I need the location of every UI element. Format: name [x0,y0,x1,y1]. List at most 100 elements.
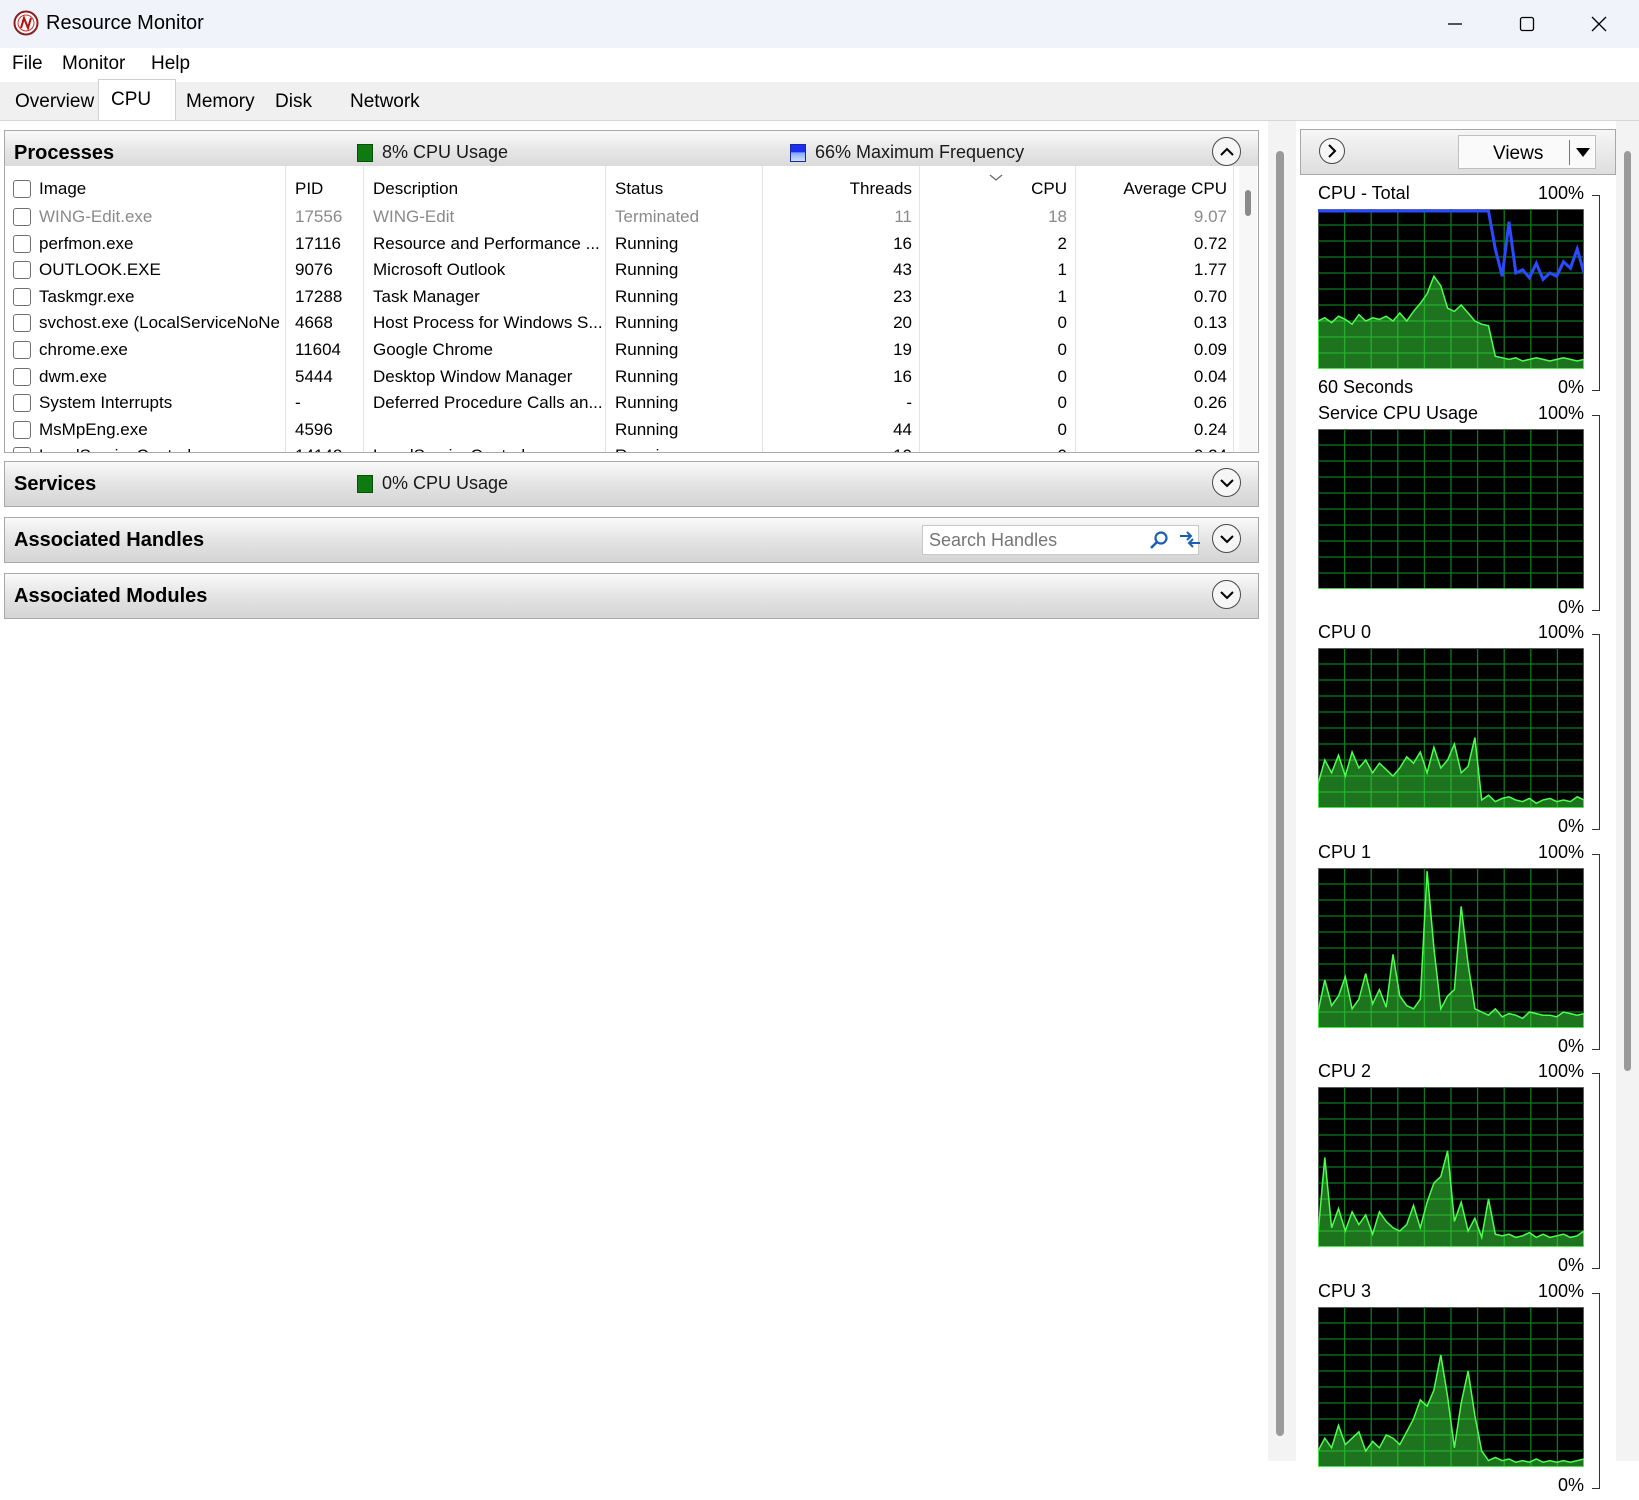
collapse-right-pane-button[interactable] [1319,138,1345,164]
menu-file[interactable]: File [12,53,43,75]
row-checkbox[interactable] [13,287,31,306]
cpu-graph: CPU 0 100% 0% [1318,622,1600,841]
column-header-image[interactable]: Image [39,179,86,199]
services-header[interactable]: Services 0% CPU Usage [4,461,1259,507]
process-cpu: 2 [1057,233,1067,253]
table-row[interactable]: WING-Edit.exe 17556 WING-Edit Terminated 11 1… [5,204,1237,230]
graph-title: CPU 0 [1318,622,1372,642]
table-row[interactable]: dwm.exe 5444 Desktop Window Manager Running… [5,364,1237,390]
process-threads: 23 [893,286,912,306]
column-header-average-cpu[interactable]: Average CPU [1075,179,1227,199]
processes-scrollbar[interactable] [1239,166,1257,452]
row-checkbox[interactable] [13,261,31,280]
process-image: Taskmgr.exe [39,286,135,306]
row-checkbox[interactable] [13,447,31,452]
graph-max-label: 100% [1537,622,1584,642]
process-threads: 11 [894,207,912,226]
row-checkbox[interactable] [13,420,31,439]
chevron-up-icon [1219,147,1234,156]
column-header-cpu[interactable]: CPU [919,179,1067,199]
cpu-graph: Service CPU Usage 100% 0% [1318,403,1600,622]
graph-max-label: 100% [1537,402,1584,423]
services-expand-button[interactable] [1212,468,1241,497]
process-average-cpu: 9.07 [1193,207,1227,226]
process-image: System Interrupts [39,393,173,413]
handles-expand-button[interactable] [1212,524,1241,553]
column-header-pid[interactable]: PID [295,179,323,199]
views-dropdown[interactable]: Views [1458,135,1596,169]
select-all-checkbox[interactable] [13,180,31,198]
table-row[interactable]: LocalServiceControl.exe 14148 LocalService… [5,443,1237,452]
row-checkbox[interactable] [13,314,31,333]
table-row[interactable]: Taskmgr.exe 17288 Task Manager Running 23 1 0.… [5,284,1237,310]
column-header-description[interactable]: Description [373,179,458,199]
tab-network[interactable]: Network [350,82,420,120]
process-threads: 19 [893,340,912,359]
process-description: Task Manager [373,286,480,306]
row-checkbox[interactable] [13,394,31,413]
table-row[interactable]: perfmon.exe 17116 Resource and Performance… [5,231,1237,257]
refresh-icon[interactable] [1177,527,1203,551]
services-title: Services [14,473,97,495]
left-pane-scrollbar-thumb[interactable] [1276,151,1284,1436]
left-pane-scrollbar[interactable] [1268,121,1296,1461]
modules-expand-button[interactable] [1212,580,1241,609]
process-threads: 44 [893,419,912,439]
row-checkbox[interactable] [13,341,31,359]
row-checkbox[interactable] [13,208,31,226]
graph-time-label: 60 Seconds [1318,377,1414,397]
process-average-cpu: 1.77 [1193,260,1227,280]
column-header-threads[interactable]: Threads [762,179,912,199]
maximize-icon [1519,16,1535,32]
row-checkbox[interactable] [13,234,31,253]
services-cpu-swatch [357,474,373,493]
processes-scrollbar-thumb[interactable] [1245,190,1251,216]
maximize-button[interactable] [1491,0,1563,48]
process-description: Desktop Window Manager [373,366,573,386]
graph-min-label: 0% [1557,596,1584,617]
search-handles-input[interactable] [929,529,1139,551]
modules-header[interactable]: Associated Modules [4,573,1259,619]
process-image: OUTLOOK.EXE [39,260,161,280]
processes-collapse-button[interactable] [1212,137,1241,166]
graph-title: Service CPU Usage [1318,402,1479,423]
processes-table: Image PID Description Status Threads CPU… [4,166,1259,453]
table-row[interactable]: System Interrupts - Deferred Procedure Cal… [5,390,1237,416]
process-description: Deferred Procedure Calls an... [373,393,603,413]
table-row[interactable]: OUTLOOK.EXE 9076 Microsoft Outlook Running 4… [5,257,1237,283]
graph-min-label: 0% [1557,1474,1584,1495]
table-row[interactable]: MsMpEng.exe 4596 Running 44 0 0.24 [5,417,1237,443]
right-pane-scrollbar[interactable] [1616,121,1639,1461]
graph-title: CPU 2 [1318,1061,1372,1081]
table-row[interactable]: chrome.exe 11604 Google Chrome Running 19 0 0.… [5,337,1237,363]
menu-monitor[interactable]: Monitor [62,53,125,75]
dropdown-arrow-icon[interactable] [1576,148,1590,157]
chevron-right-icon [1328,144,1337,158]
search-handles-box[interactable] [922,525,1199,555]
right-pane-scrollbar-thumb[interactable] [1624,151,1631,1071]
process-cpu: 1 [1057,286,1067,306]
graph-max-label: 100% [1537,841,1584,862]
menu-help[interactable]: Help [151,53,190,75]
column-header-status[interactable]: Status [615,179,663,199]
row-checkbox[interactable] [13,367,31,386]
graph-max-label: 100% [1537,1061,1584,1081]
search-icon[interactable] [1149,530,1169,550]
tab-memory[interactable]: Memory [186,82,255,120]
handles-header[interactable]: Associated Handles [4,517,1259,563]
graph-title: CPU 1 [1318,841,1372,862]
max-frequency-label: 66% Maximum Frequency [815,142,1025,162]
close-button[interactable] [1563,0,1635,48]
table-row[interactable]: svchost.exe (LocalServiceNoNet... 4668 Hos… [5,310,1237,336]
process-description: Google Chrome [373,340,494,359]
tab-disk[interactable]: Disk [275,82,312,120]
graph-scale-bracket [1592,1292,1600,1489]
graph-max-label: 100% [1537,183,1584,203]
menu-bar: File Monitor Help [0,48,1639,82]
tab-cpu[interactable]: CPU [98,79,176,120]
tab-overview[interactable]: Overview [15,82,94,120]
process-pid: 9076 [295,260,333,280]
process-image: chrome.exe [39,340,128,359]
minimize-button[interactable] [1419,0,1491,48]
sort-descending-icon [989,174,1003,181]
